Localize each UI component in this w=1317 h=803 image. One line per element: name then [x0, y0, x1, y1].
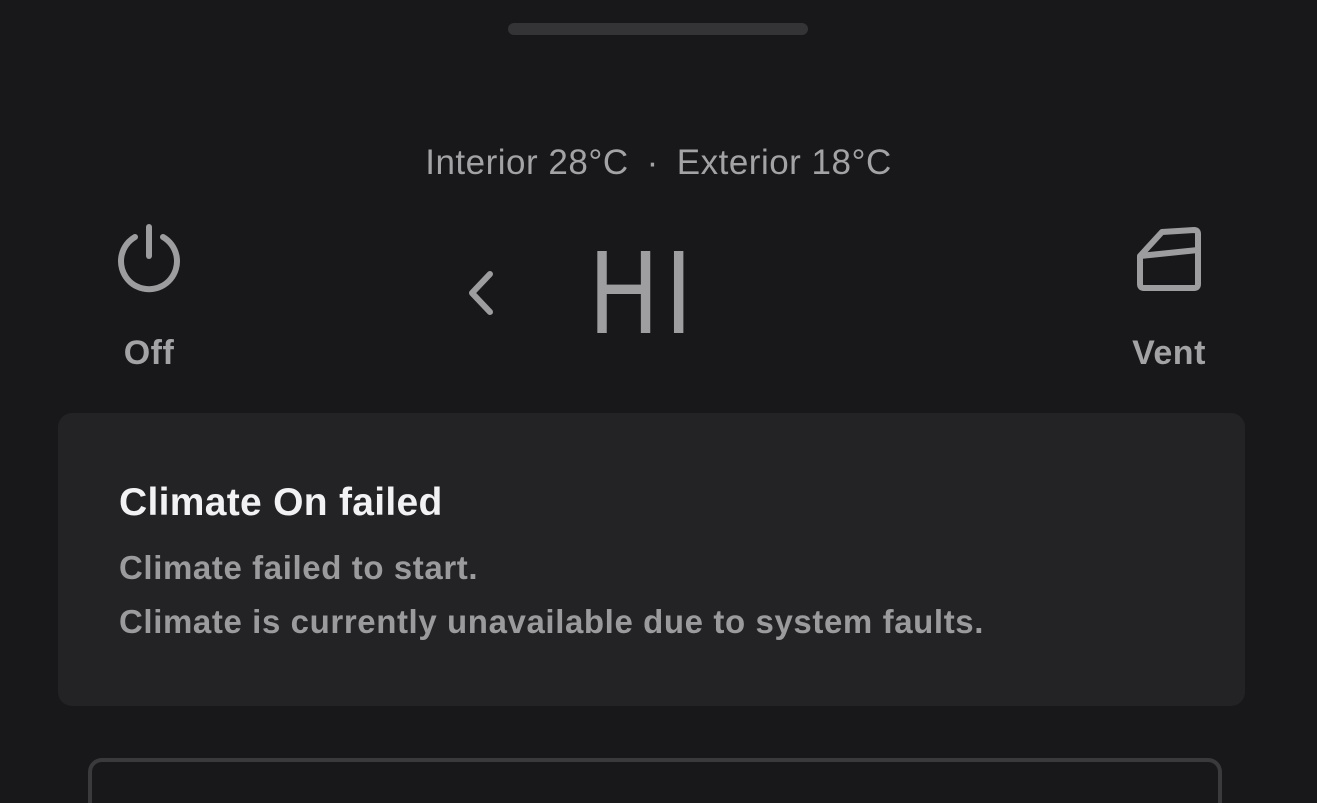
power-icon [114, 222, 184, 294]
vent-button[interactable]: Vent [1118, 222, 1220, 373]
car-window-icon [1134, 222, 1204, 294]
alert-title: Climate On failed [119, 481, 443, 524]
interior-temperature: Interior 28°C [425, 143, 629, 182]
alert-message-line: Climate failed to start. [119, 549, 479, 586]
climate-screen: Interior 28°C · Exterior 18°C Off HI Vent … [0, 0, 1317, 803]
temperature-setpoint: HI [588, 230, 698, 360]
vent-label: Vent [1132, 334, 1206, 372]
temperature-readout: Interior 28°C · Exterior 18°C [0, 143, 1317, 183]
sheet-grabber-handle[interactable] [508, 23, 808, 35]
error-alert-card: Climate On failed Climate failed to star… [58, 413, 1245, 706]
bottom-panel[interactable] [88, 758, 1222, 803]
exterior-temperature: Exterior 18°C [676, 143, 892, 182]
chevron-left-icon [469, 271, 493, 315]
climate-power-button[interactable]: Off [98, 222, 200, 373]
decrease-temperature-button[interactable] [462, 268, 502, 318]
alert-message-line: Climate is currently unavailable due to … [119, 603, 985, 640]
power-label: Off [123, 334, 175, 372]
temperature-separator: · [646, 143, 659, 182]
